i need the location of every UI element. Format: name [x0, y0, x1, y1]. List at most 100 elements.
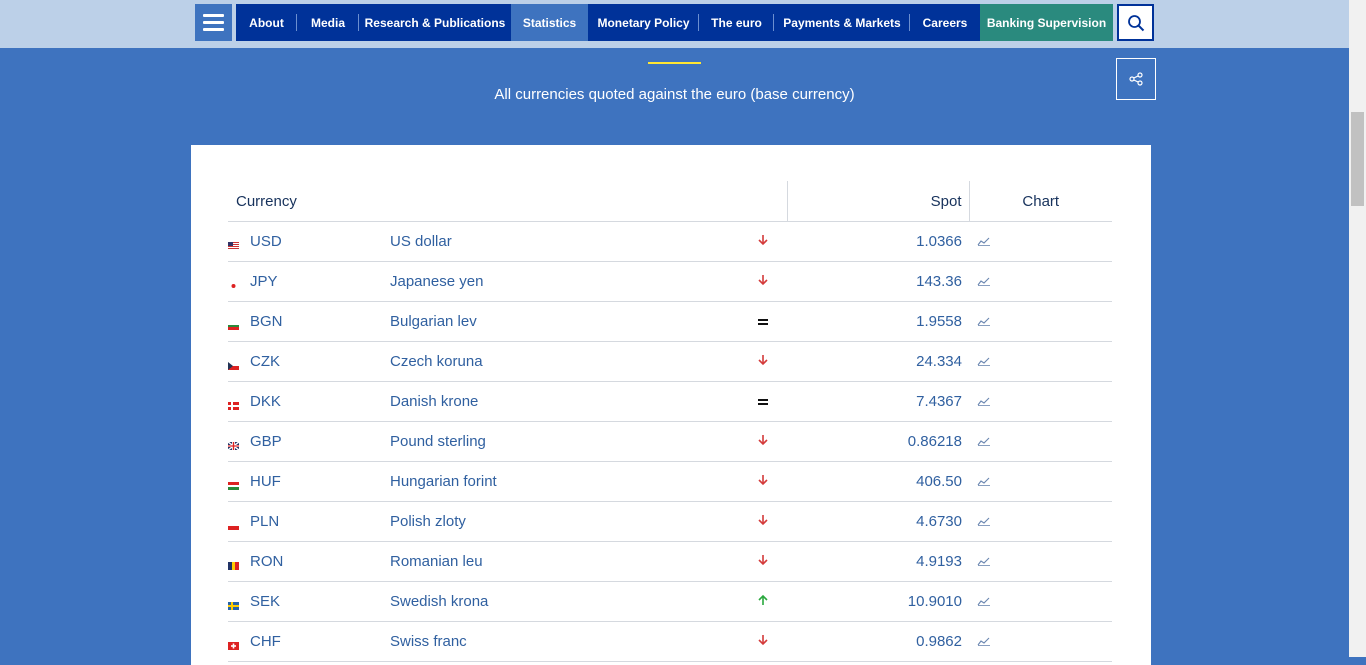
line-chart-icon[interactable] — [977, 353, 991, 370]
currency-name-link[interactable]: Swedish krona — [390, 593, 488, 610]
currency-name-cell: Danish krone — [390, 381, 747, 422]
currency-name-link[interactable]: Czech koruna — [390, 353, 483, 370]
trend-cell — [747, 541, 787, 582]
chart-cell — [969, 621, 1112, 662]
nav-item-careers[interactable]: Careers — [910, 4, 980, 41]
spot-rate-value[interactable]: 10.9010 — [908, 593, 962, 610]
bg-flag-icon — [228, 317, 239, 330]
nav-item-media[interactable]: Media — [297, 4, 359, 41]
trend-down-arrow-icon — [757, 233, 769, 249]
currency-code-link[interactable]: CHF — [250, 633, 281, 650]
nav-item-about[interactable]: About — [236, 4, 297, 41]
cz-flag-icon — [228, 357, 239, 370]
table-row: RON Romanian leu 4.9193 — [228, 541, 1112, 582]
line-chart-icon[interactable] — [977, 633, 991, 650]
hamburger-menu-button[interactable] — [195, 4, 232, 41]
chart-cell — [969, 301, 1112, 342]
line-chart-icon[interactable] — [977, 473, 991, 490]
nav-item-research-publications[interactable]: Research & Publications — [359, 4, 511, 41]
search-button[interactable] — [1117, 4, 1154, 41]
se-flag-icon — [228, 597, 239, 610]
line-chart-icon[interactable] — [977, 513, 991, 530]
currency-name-link[interactable]: Japanese yen — [390, 273, 483, 290]
trend-down-arrow-icon — [757, 473, 769, 489]
currency-code-link[interactable]: HUF — [250, 473, 281, 490]
currency-name-link[interactable]: Danish krone — [390, 393, 478, 410]
spot-rate-value[interactable]: 7.4367 — [916, 393, 962, 410]
currency-name-link[interactable]: Bulgarian lev — [390, 313, 477, 330]
trend-down-arrow-icon — [757, 273, 769, 289]
spot-rate-value[interactable]: 24.334 — [916, 353, 962, 370]
trend-down-arrow-icon — [757, 553, 769, 569]
line-chart-icon[interactable] — [977, 313, 991, 330]
chart-cell — [969, 501, 1112, 542]
currency-code-link[interactable]: GBP — [250, 433, 282, 450]
spot-rate-value[interactable]: 143.36 — [916, 273, 962, 290]
nav-item-statistics[interactable]: Statistics — [511, 4, 588, 41]
currency-name-link[interactable]: Romanian leu — [390, 553, 483, 570]
spot-rate-cell: 7.4367 — [787, 381, 969, 422]
spot-rate-value[interactable]: 1.0366 — [916, 233, 962, 250]
trend-down-arrow-icon — [757, 433, 769, 449]
currency-name-link[interactable]: Hungarian forint — [390, 473, 497, 490]
spot-rate-value[interactable]: 0.9862 — [916, 633, 962, 650]
page-scrollbar[interactable] — [1349, 0, 1366, 657]
trend-cell — [747, 221, 787, 262]
line-chart-icon[interactable] — [977, 593, 991, 610]
spot-rate-value[interactable]: 4.9193 — [916, 553, 962, 570]
flag-cell — [228, 381, 250, 422]
column-header-trend — [747, 181, 788, 222]
chart-cell — [969, 421, 1112, 462]
table-row: CZK Czech koruna 24.334 — [228, 341, 1112, 382]
nav-item-the-euro[interactable]: The euro — [699, 4, 774, 41]
chart-cell — [969, 461, 1112, 502]
spot-rate-value[interactable]: 406.50 — [916, 473, 962, 490]
currency-name-link[interactable]: Polish zloty — [390, 513, 466, 530]
trend-cell — [747, 501, 787, 542]
currency-code-cell: HUF — [250, 461, 390, 502]
trend-cell — [747, 341, 787, 382]
gb-flag-icon — [227, 437, 240, 451]
trend-cell — [747, 301, 787, 342]
currency-name-cell: Hungarian forint — [390, 461, 747, 502]
spot-rate-value[interactable]: 0.86218 — [908, 433, 962, 450]
currency-code-cell: GBP — [250, 421, 390, 462]
currency-code-link[interactable]: PLN — [250, 513, 279, 530]
scrollbar-thumb[interactable] — [1351, 112, 1364, 206]
currency-code-link[interactable]: RON — [250, 553, 283, 570]
flag-cell — [228, 261, 250, 302]
flag-cell — [228, 461, 250, 502]
line-chart-icon[interactable] — [977, 393, 991, 410]
currency-name-link[interactable]: Swiss franc — [390, 633, 467, 650]
column-header-spot: Spot — [787, 181, 970, 222]
trend-cell — [747, 461, 787, 502]
line-chart-icon[interactable] — [977, 233, 991, 250]
currency-code-link[interactable]: USD — [250, 233, 282, 250]
column-header-currency: Currency — [228, 181, 747, 222]
table-row: SEK Swedish krona 10.9010 — [228, 581, 1112, 622]
currency-name-link[interactable]: Pound sterling — [390, 433, 486, 450]
line-chart-icon[interactable] — [977, 553, 991, 570]
hamburger-icon — [203, 14, 224, 31]
nav-item-monetary-policy[interactable]: Monetary Policy — [588, 4, 699, 41]
currency-code-link[interactable]: CZK — [250, 353, 280, 370]
dk-flag-icon — [228, 397, 239, 410]
trend-down-arrow-icon — [757, 513, 769, 529]
share-button[interactable] — [1116, 58, 1156, 100]
line-chart-icon[interactable] — [977, 273, 991, 290]
spot-rate-value[interactable]: 1.9558 — [916, 313, 962, 330]
currency-code-link[interactable]: BGN — [250, 313, 283, 330]
currency-name-link[interactable]: US dollar — [390, 233, 452, 250]
currency-name-cell: Swedish krona — [390, 581, 747, 622]
line-chart-icon[interactable] — [977, 433, 991, 450]
currency-code-cell: BGN — [250, 301, 390, 342]
currency-code-link[interactable]: SEK — [250, 593, 280, 610]
currency-code-link[interactable]: JPY — [250, 273, 278, 290]
currency-name-cell: Polish zloty — [390, 501, 747, 542]
table-row: PLN Polish zloty 4.6730 — [228, 501, 1112, 542]
nav-item-banking-supervision[interactable]: Banking Supervision — [980, 4, 1113, 41]
spot-rate-value[interactable]: 4.6730 — [916, 513, 962, 530]
spot-rate-cell: 0.9862 — [787, 621, 969, 662]
nav-item-payments-markets[interactable]: Payments & Markets — [774, 4, 910, 41]
currency-code-link[interactable]: DKK — [250, 393, 281, 410]
